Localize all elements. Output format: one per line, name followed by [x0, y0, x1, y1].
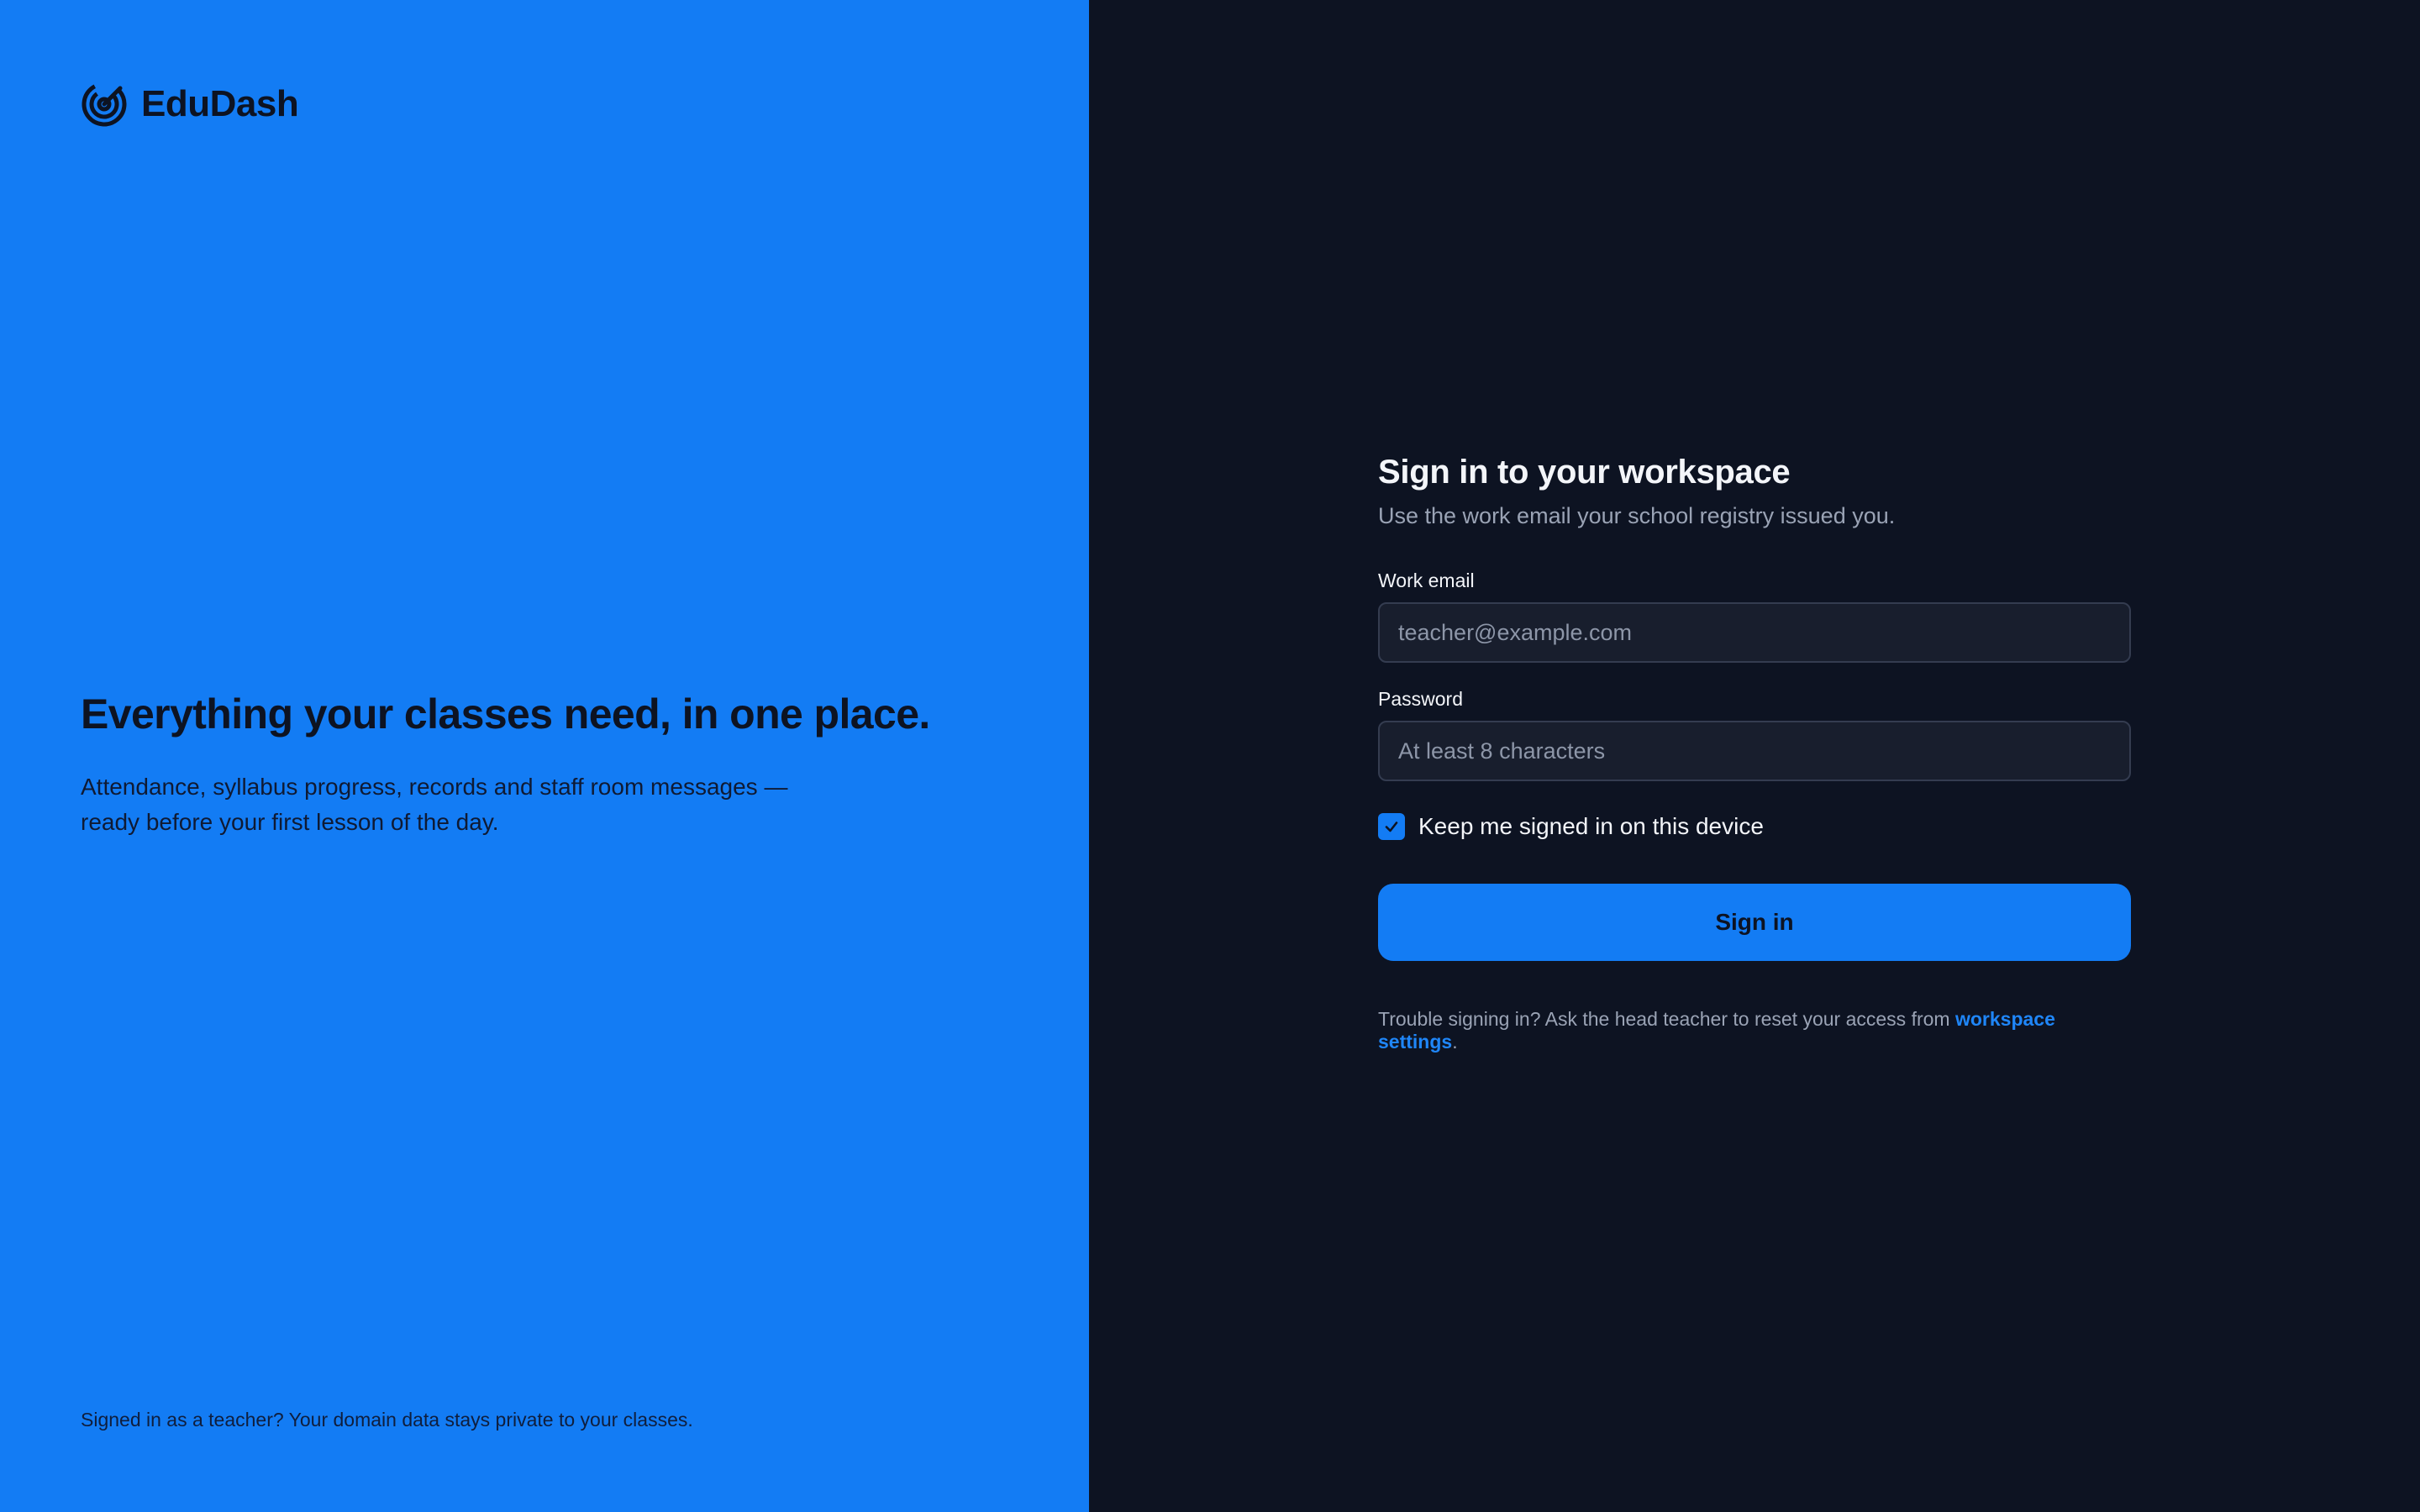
brand-panel: EduDash Everything your classes need, in… [0, 0, 1089, 1512]
email-field[interactable] [1378, 602, 2131, 663]
hero-headline: Everything your classes need, in one pla… [81, 690, 930, 738]
hero-subtext: Attendance, syllabus progress, records a… [81, 774, 788, 835]
remember-checkbox[interactable] [1378, 813, 1405, 840]
form-subtitle: Use the work email your school registry … [1378, 503, 1896, 528]
signin-panel: Sign in to your workspace Use the work e… [1089, 0, 2420, 1512]
remember-label: Keep me signed in on this device [1418, 813, 1764, 839]
signin-form: Sign in to your workspace Use the work e… [1378, 454, 2131, 1053]
password-label: Password [1378, 688, 1463, 710]
brand-logo: EduDash [81, 81, 299, 128]
password-field[interactable] [1378, 721, 2131, 781]
login-page: EduDash Everything your classes need, in… [0, 0, 2420, 1512]
help-suffix: . [1452, 1031, 1458, 1053]
help-message: Trouble signing in? Ask the head teacher… [1378, 1008, 1955, 1030]
checkmark-icon [1385, 822, 1398, 832]
brand-name: EduDash [141, 83, 299, 124]
signin-button[interactable]: Sign in [1378, 884, 2131, 961]
remember-me[interactable]: Keep me signed in on this device [1378, 813, 2131, 840]
hero: Everything your classes need, in one pla… [81, 689, 1039, 840]
help-text: Trouble signing in? Ask the head teacher… [1378, 1008, 2131, 1053]
form-title: Sign in to your workspace [1378, 454, 1791, 491]
email-label: Work email [1378, 570, 1475, 591]
target-rings-icon [82, 81, 127, 127]
brand-footer-note: Signed in as a teacher? Your domain data… [81, 1409, 693, 1431]
